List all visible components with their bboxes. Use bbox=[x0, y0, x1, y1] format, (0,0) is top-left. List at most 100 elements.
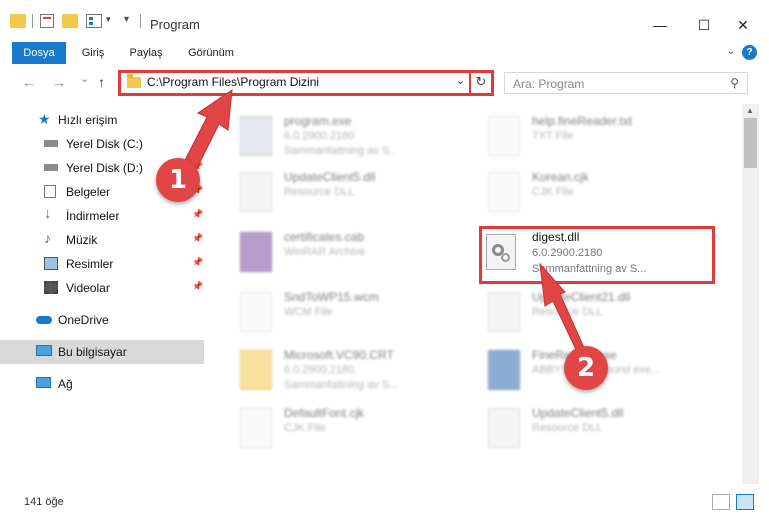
refresh-button[interactable]: ↻ bbox=[469, 70, 491, 96]
tab-home[interactable]: Giriş bbox=[72, 42, 114, 64]
sidebar-item-label: OneDrive bbox=[58, 313, 109, 327]
drive-icon bbox=[44, 164, 58, 171]
pin-icon[interactable]: 📌 bbox=[192, 209, 203, 220]
folder-icon bbox=[10, 14, 26, 28]
list-item[interactable]: program.exe 6.0.2900.2180 Sammanfattning… bbox=[230, 110, 470, 166]
drive-icon bbox=[44, 140, 58, 147]
address-path[interactable]: C:\Program Files\Program Dizini bbox=[147, 75, 319, 89]
file-list: program.exe 6.0.2900.2180 Sammanfattning… bbox=[212, 104, 742, 484]
file-icon bbox=[240, 292, 272, 332]
sidebar-item-label: Videolar bbox=[66, 281, 110, 295]
sidebar-item-local-disk-c[interactable]: Yerel Disk (C:) bbox=[0, 132, 204, 156]
properties-icon[interactable] bbox=[40, 14, 54, 28]
videos-icon bbox=[44, 281, 58, 294]
sidebar-item-label: Yerel Disk (D:) bbox=[66, 161, 143, 175]
vertical-scrollbar[interactable]: ▲ bbox=[742, 104, 759, 484]
file-name: DefaultFont.cjk bbox=[284, 406, 365, 420]
step-2-badge: 2 bbox=[564, 346, 608, 390]
separator bbox=[140, 14, 141, 28]
file-version: 6.0.2900.2180 bbox=[284, 364, 355, 376]
sidebar-item-label: Bu bilgisayar bbox=[58, 345, 127, 359]
recent-locations-button[interactable]: ⌄ bbox=[80, 72, 89, 85]
file-name: UpdateClient21.dll bbox=[532, 290, 631, 304]
sidebar-item-onedrive[interactable]: OneDrive bbox=[0, 308, 204, 332]
chevron-down-icon[interactable]: ▾ bbox=[106, 14, 111, 25]
sidebar-item-quick-access[interactable]: ★ Hızlı erişim bbox=[0, 108, 204, 132]
scroll-up-icon[interactable]: ▲ bbox=[746, 106, 754, 115]
file-type: CJK File bbox=[284, 422, 326, 434]
dll-icon bbox=[488, 408, 520, 448]
list-item[interactable]: help.fineReader.txt TXT File bbox=[478, 110, 718, 166]
minimize-button[interactable]: — bbox=[640, 12, 680, 38]
help-icon[interactable]: ? bbox=[742, 45, 757, 60]
music-icon: ♪ bbox=[44, 230, 51, 246]
search-icon[interactable]: ⚲ bbox=[730, 76, 739, 90]
list-item[interactable]: UpdateClient5.dll Resource DLL bbox=[478, 402, 718, 458]
customize-icon[interactable]: ▾ bbox=[124, 14, 129, 25]
new-folder-icon[interactable] bbox=[62, 14, 78, 28]
file-name: Korean.cjk bbox=[532, 170, 589, 184]
file-type: WCM File bbox=[284, 306, 333, 318]
details-view-button[interactable] bbox=[712, 494, 730, 510]
maximize-button[interactable]: ☐ bbox=[684, 12, 724, 38]
pin-icon[interactable]: 📌 bbox=[192, 281, 203, 292]
sidebar-item-this-pc[interactable]: Bu bilgisayar bbox=[0, 340, 204, 364]
sidebar-item-downloads[interactable]: ↓ İndirmeler 📌 bbox=[0, 204, 204, 228]
separator bbox=[32, 14, 33, 28]
up-button[interactable]: ↑ bbox=[98, 74, 105, 90]
file-name: UpdateClient5.dll bbox=[532, 406, 624, 420]
download-icon: ↓ bbox=[44, 205, 52, 222]
scrollbar-thumb[interactable] bbox=[744, 118, 757, 168]
status-bar: 141 öğe bbox=[0, 486, 769, 527]
file-version: 6.0.2900.2180 bbox=[284, 130, 355, 142]
file-type: Resource DLL bbox=[284, 186, 355, 198]
list-item[interactable]: SndToWP15.wcm WCM File bbox=[230, 286, 470, 342]
item-count: 141 öğe bbox=[24, 496, 64, 508]
chevron-down-icon[interactable]: ⌄ bbox=[456, 74, 465, 87]
file-description: Sammanfattning av S... bbox=[284, 145, 399, 157]
search-box[interactable]: Ara: Program ⚲ bbox=[504, 72, 748, 94]
list-item[interactable]: DefaultFont.cjk CJK File bbox=[230, 402, 470, 458]
file-description: Sammanfattning av S... bbox=[284, 379, 399, 391]
file-name: UpdateClient5.dll bbox=[284, 170, 376, 184]
address-bar[interactable]: C:\Program Files\Program Dizini ⌄ ↻ bbox=[118, 70, 494, 96]
file-type: WinRAR Archive bbox=[284, 246, 366, 258]
computer-icon bbox=[36, 345, 52, 356]
exe-icon bbox=[488, 350, 520, 390]
sidebar-item-label: İndirmeler bbox=[66, 209, 120, 223]
text-file-icon bbox=[488, 116, 520, 156]
layout-icon[interactable] bbox=[86, 14, 102, 28]
search-input[interactable]: Ara: Program bbox=[513, 77, 584, 91]
list-item[interactable]: Korean.cjk CJK File bbox=[478, 166, 718, 222]
pin-icon[interactable]: 📌 bbox=[192, 233, 203, 244]
chevron-down-icon[interactable]: ⌄ bbox=[727, 46, 735, 57]
dll-icon bbox=[240, 172, 272, 212]
tiles-view-button[interactable] bbox=[736, 494, 754, 510]
pin-icon[interactable]: 📌 bbox=[192, 257, 203, 268]
folder-icon bbox=[240, 350, 272, 390]
sidebar-item-music[interactable]: ♪ Müzik 📌 bbox=[0, 228, 204, 252]
file-type: Resource DLL bbox=[532, 422, 603, 434]
close-button[interactable]: ✕ bbox=[723, 12, 763, 38]
file-icon bbox=[240, 408, 272, 448]
star-icon: ★ bbox=[38, 111, 51, 127]
list-item[interactable]: certificates.cab WinRAR Archive bbox=[230, 226, 470, 282]
sidebar-item-network[interactable]: Ağ bbox=[0, 372, 204, 396]
sidebar-item-label: Ağ bbox=[58, 377, 73, 391]
back-button[interactable]: ← bbox=[22, 74, 36, 90]
window-title: Program bbox=[150, 17, 200, 32]
sidebar-item-videos[interactable]: Videolar 📌 bbox=[0, 276, 204, 300]
list-item[interactable]: UpdateClient5.dll Resource DLL bbox=[230, 166, 470, 222]
sidebar-item-pictures[interactable]: Resimler 📌 bbox=[0, 252, 204, 276]
tab-view[interactable]: Görünüm bbox=[182, 42, 240, 64]
forward-button[interactable]: → bbox=[52, 74, 66, 90]
sidebar-item-label: Yerel Disk (C:) bbox=[66, 137, 143, 151]
title-bar: ▾ ▾ Program — ☐ ✕ bbox=[0, 0, 769, 44]
file-type: CJK File bbox=[532, 186, 574, 198]
tab-share[interactable]: Paylaş bbox=[124, 42, 168, 64]
list-item[interactable]: Microsoft.VC90.CRT 6.0.2900.2180 Sammanf… bbox=[230, 344, 470, 400]
network-icon bbox=[36, 377, 51, 388]
list-item[interactable]: UpdateClient21.dll Resource DLL bbox=[478, 286, 718, 342]
folder-icon bbox=[127, 74, 141, 88]
sidebar-item-label: Belgeler bbox=[66, 185, 111, 199]
